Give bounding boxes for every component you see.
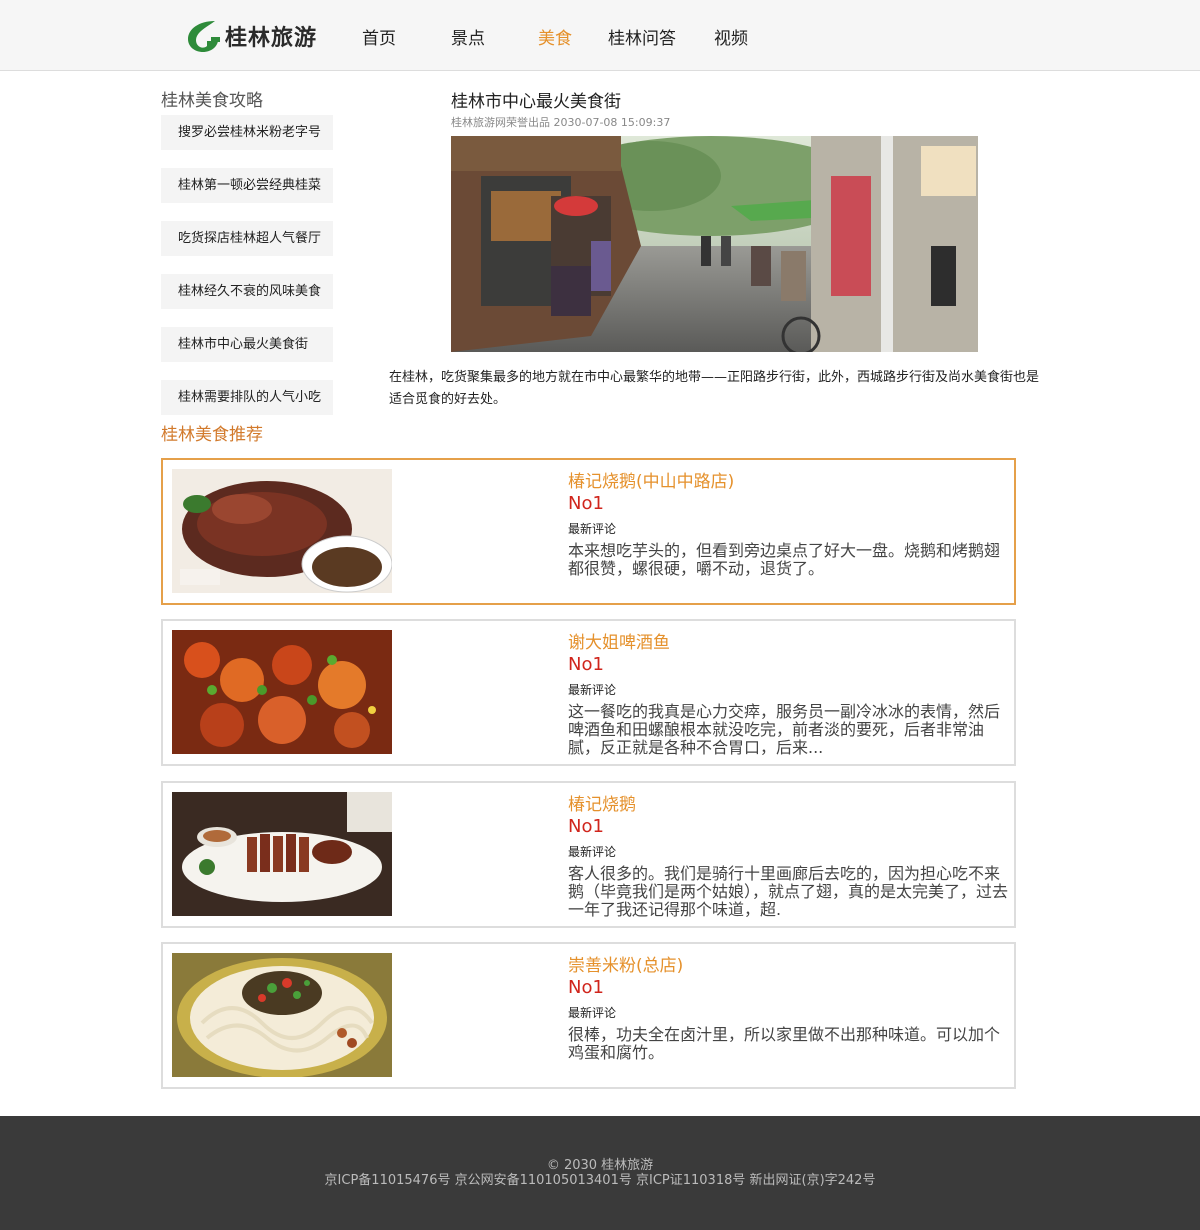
restaurant-card[interactable]: 崇善米粉(总店) No1 最新评论 很棒，功夫全在卤汁里，所以家里做不出那种味道…: [161, 942, 1016, 1089]
restaurant-rank: No1: [568, 816, 604, 837]
restaurant-rank: No1: [568, 977, 604, 998]
roast-goose-photo: [172, 469, 392, 593]
restaurant-name[interactable]: 椿记烧鹅(中山中路店): [568, 467, 734, 492]
sidebar-item-food-street[interactable]: 桂林市中心最火美食街: [161, 327, 333, 362]
nav-food[interactable]: 美食: [538, 24, 572, 49]
food-street-photo: [451, 136, 978, 352]
footer-licenses: 京ICP备11015476号 京公网安备110105013401号 京ICP证1…: [324, 1173, 876, 1188]
latest-review-text: 本来想吃芋头的，但看到旁边桌点了好大一盘。烧鹅和烤鹅翅都很赞，螺很硬，嚼不动，退…: [568, 541, 1001, 578]
restaurant-card[interactable]: 椿记烧鹅 No1 最新评论 客人很多的。我们是骑行十里画廊后去吃的，因为担心吃不…: [161, 781, 1016, 928]
latest-review-text: 很棒，功夫全在卤汁里，所以家里做不出那种味道。可以加个鸡蛋和腐竹。: [568, 1025, 1001, 1062]
nav-attractions[interactable]: 景点: [451, 24, 485, 49]
recommend-title: 桂林美食推荐: [161, 425, 263, 445]
latest-review-text: 这一餐吃的我真是心力交瘁，服务员一副冷冰冰的表情，然后啤酒鱼和田螺酿根本就没吃完…: [568, 702, 1001, 757]
logo-text: 桂林旅游: [225, 26, 318, 51]
sidebar-item-noodle-shops[interactable]: 搜罗必尝桂林米粉老字号: [161, 115, 333, 150]
sidebar-item-popular-restaurants[interactable]: 吃货探店桂林超人气餐厅: [161, 221, 333, 256]
article-meta: 桂林旅游网荣誉出品 2030-07-08 15:09:37: [451, 116, 671, 129]
top-header: 桂林旅游 首页 景点 美食 桂林问答 视频: [0, 0, 1200, 71]
latest-review-label: 最新评论: [568, 683, 617, 697]
restaurant-card[interactable]: 谢大姐啤酒鱼 No1 最新评论 这一餐吃的我真是心力交瘁，服务员一副冷冰冰的表情…: [161, 619, 1016, 766]
leaf-logo-icon: [188, 21, 220, 52]
latest-review-label: 最新评论: [568, 1006, 617, 1020]
latest-review-label: 最新评论: [568, 522, 617, 536]
site-logo[interactable]: 桂林旅游: [185, 16, 317, 56]
footer: © 2030 桂林旅游 京ICP备11015476号 京公网安备11010501…: [0, 1116, 1200, 1230]
latest-review-label: 最新评论: [568, 845, 617, 859]
restaurant-name[interactable]: 谢大姐啤酒鱼: [568, 628, 670, 653]
article-body: 在桂林，吃货聚集最多的地方就在市中心最繁华的地带——正阳路步行街，此外，西城路步…: [389, 370, 1040, 407]
beer-fish-photo: [172, 630, 392, 754]
restaurant-rank: No1: [568, 493, 604, 514]
sidebar-item-classic-dishes[interactable]: 桂林第一顿必尝经典桂菜: [161, 168, 333, 203]
restaurant-rank: No1: [568, 654, 604, 675]
restaurant-name[interactable]: 崇善米粉(总店): [568, 951, 683, 976]
restaurant-name[interactable]: 椿记烧鹅: [568, 790, 636, 815]
sidebar-item-queue-snacks[interactable]: 桂林需要排队的人气小吃: [161, 380, 333, 415]
restaurant-card[interactable]: 椿记烧鹅(中山中路店) No1 最新评论 本来想吃芋头的，但看到旁边桌点了好大一…: [161, 458, 1016, 605]
latest-review-text: 客人很多的。我们是骑行十里画廊后去吃的，因为担心吃不来鹅（毕竟我们是两个姑娘），…: [568, 864, 1009, 919]
sidebar-item-local-flavors[interactable]: 桂林经久不衰的风味美食: [161, 274, 333, 309]
nav-home[interactable]: 首页: [362, 24, 396, 49]
article-title: 桂林市中心最火美食街: [451, 92, 621, 112]
rice-noodle-photo: [172, 953, 392, 1077]
sidebar-title: 桂林美食攻略: [161, 91, 263, 111]
nav-video[interactable]: 视频: [714, 24, 748, 49]
sliced-goose-photo: [172, 792, 392, 916]
nav-qa[interactable]: 桂林问答: [608, 24, 676, 49]
